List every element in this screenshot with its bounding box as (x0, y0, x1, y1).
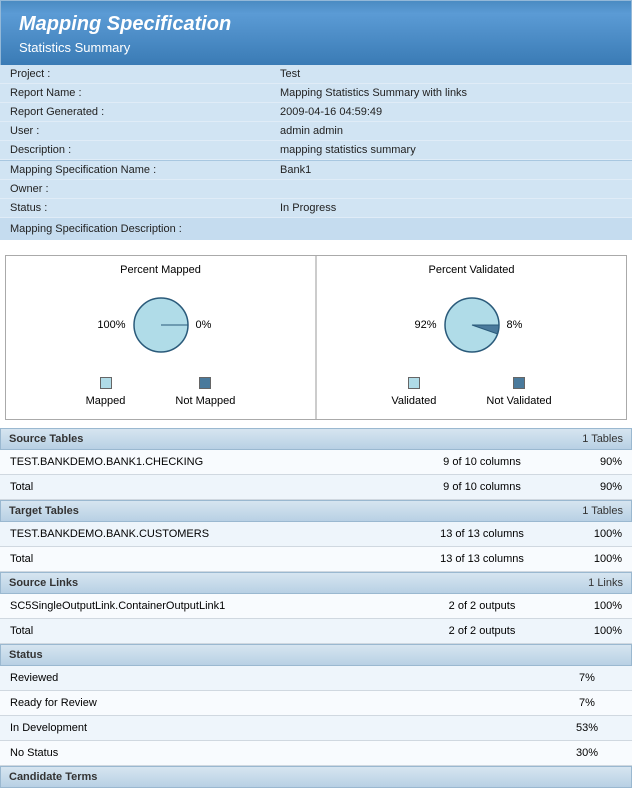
pie-label-right: 0% (196, 319, 212, 331)
section-count: 1 Tables (582, 433, 623, 445)
report-header: Mapping Specification Statistics Summary (0, 0, 632, 65)
section-title: Target Tables (9, 505, 79, 517)
legend-swatch-icon (513, 377, 525, 389)
table-row: SC5SingleOutputLink.ContainerOutputLink1… (0, 594, 632, 619)
pie-chart-icon (443, 296, 501, 354)
section-header-source-links: Source Links 1 Links (0, 572, 632, 594)
legend-label: Not Mapped (175, 395, 235, 407)
legend-label: Mapped (86, 395, 126, 407)
pie-chart-icon (132, 296, 190, 354)
legend-swatch-icon (199, 377, 211, 389)
table-row: TEST.BANKDEMO.BANK1.CHECKING9 of 10 colu… (0, 450, 632, 475)
chart-percent-mapped: Percent Mapped 100% 0% Mapped Not Mapped (6, 256, 317, 419)
table-row: In Development53% (0, 716, 632, 741)
table-row: Ready for Review7% (0, 691, 632, 716)
reportname-value: Mapping Statistics Summary with links (270, 84, 632, 103)
section-header-source-tables: Source Tables 1 Tables (0, 428, 632, 450)
description-label: Description : (0, 141, 270, 160)
table-row: Total13 of 13 columns100% (0, 547, 632, 572)
user-value: admin admin (270, 122, 632, 141)
section-title: Status (9, 649, 43, 661)
section-count: 1 Links (588, 577, 623, 589)
status-label: Status : (0, 199, 270, 218)
pie-label-right: 8% (507, 319, 523, 331)
report-subtitle: Statistics Summary (19, 40, 613, 55)
msname-label: Mapping Specification Name : (0, 161, 270, 180)
legend-swatch-icon (100, 377, 112, 389)
section-header-candidate-terms: Candidate Terms (0, 766, 632, 788)
section-title: Source Links (9, 577, 78, 589)
table-row: No Status30% (0, 741, 632, 766)
status-value: In Progress (270, 199, 632, 218)
table-row: TEST.BANKDEMO.BANK.CUSTOMERS13 of 13 col… (0, 522, 632, 547)
legend-swatch-icon (408, 377, 420, 389)
table-row: Total2 of 2 outputs100% (0, 619, 632, 644)
msname-value: Bank1 (270, 161, 632, 180)
chart-title: Percent Validated (317, 264, 626, 276)
generated-label: Report Generated : (0, 103, 270, 122)
chart-percent-validated: Percent Validated 92% 8% Validated Not V… (317, 256, 626, 419)
charts-panel: Percent Mapped 100% 0% Mapped Not Mapped… (5, 255, 627, 420)
section-header-target-tables: Target Tables 1 Tables (0, 500, 632, 522)
owner-label: Owner : (0, 180, 270, 199)
mapping-spec-description: Mapping Specification Description : (0, 218, 632, 240)
info-block-1: Project :Test Report Name :Mapping Stati… (0, 65, 632, 160)
project-label: Project : (0, 65, 270, 84)
info-block-2: Mapping Specification Name :Bank1 Owner … (0, 161, 632, 218)
table-row: Total9 of 10 columns90% (0, 475, 632, 500)
chart-legend: Mapped Not Mapped (6, 377, 315, 407)
chart-title: Percent Mapped (6, 264, 315, 276)
owner-value (270, 180, 632, 199)
legend-label: Not Validated (486, 395, 551, 407)
generated-value: 2009-04-16 04:59:49 (270, 103, 632, 122)
section-header-status: Status (0, 644, 632, 666)
pie-label-left: 92% (414, 319, 436, 331)
description-value: mapping statistics summary (270, 141, 632, 160)
chart-legend: Validated Not Validated (317, 377, 626, 407)
table-row: Reviewed7% (0, 666, 632, 691)
reportname-label: Report Name : (0, 84, 270, 103)
pie-label-left: 100% (97, 319, 125, 331)
report-title: Mapping Specification (19, 13, 613, 36)
section-count: 1 Tables (582, 505, 623, 517)
legend-label: Validated (391, 395, 436, 407)
section-title: Candidate Terms (9, 771, 97, 783)
user-label: User : (0, 122, 270, 141)
project-value: Test (270, 65, 632, 84)
section-title: Source Tables (9, 433, 83, 445)
